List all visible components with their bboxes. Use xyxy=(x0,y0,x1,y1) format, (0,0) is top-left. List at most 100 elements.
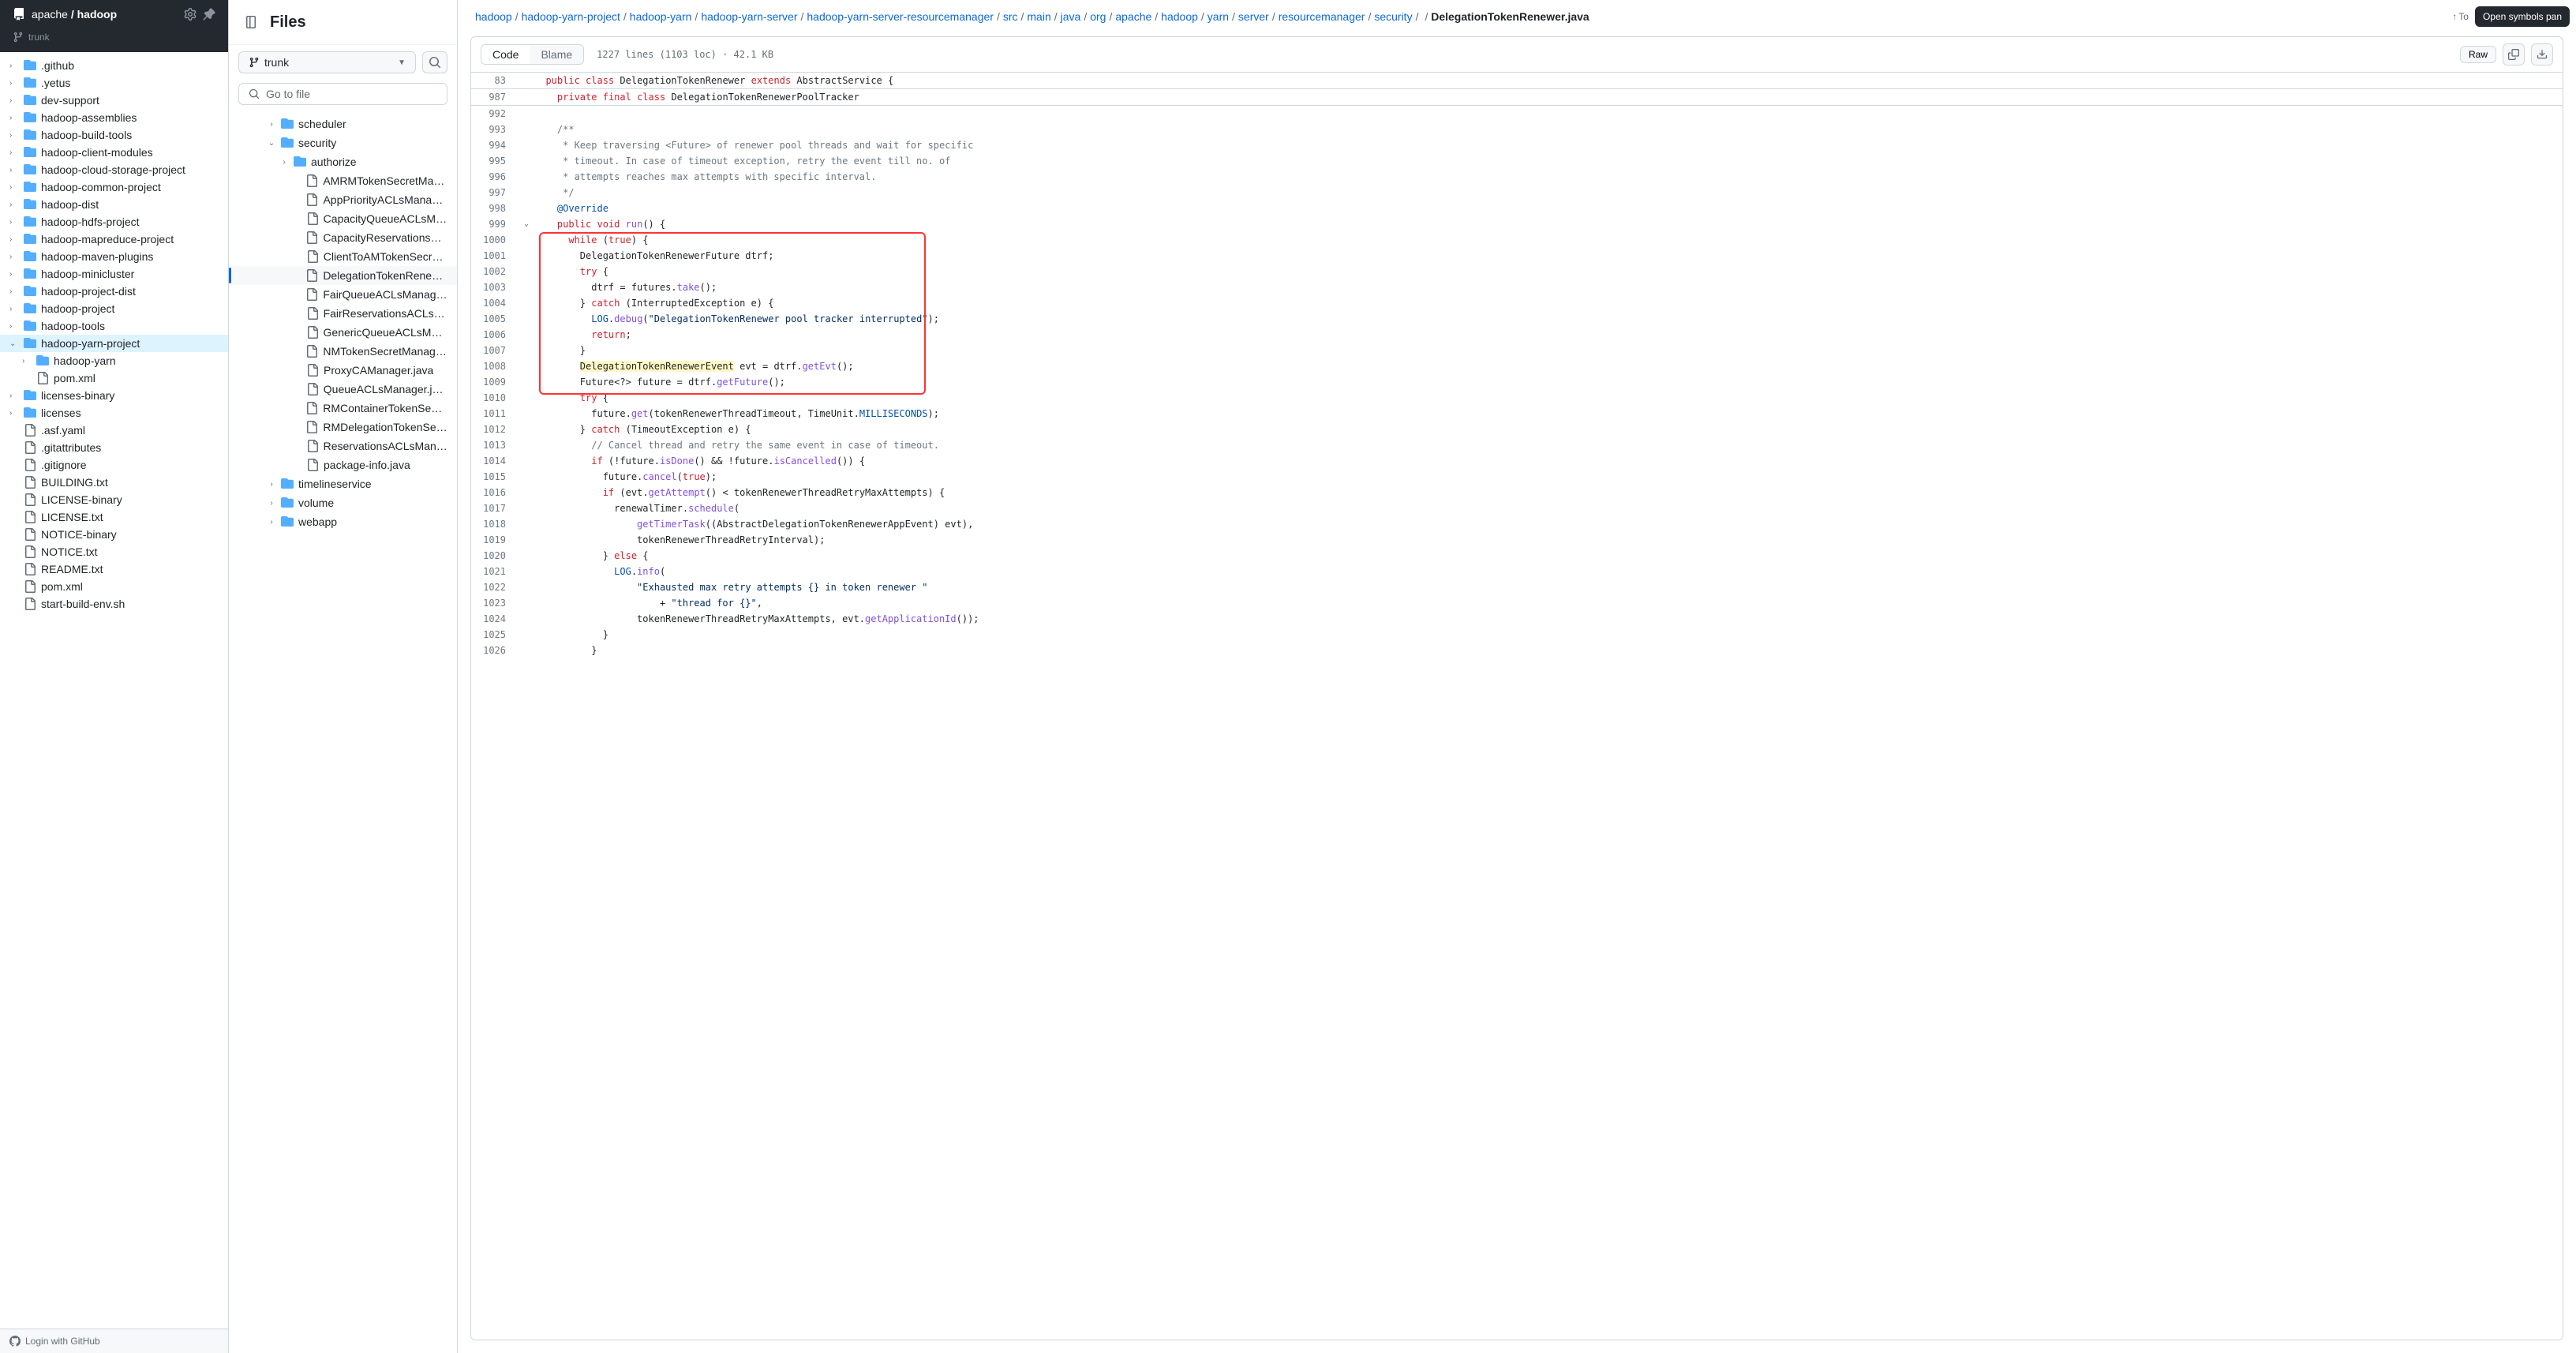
file-tree-item[interactable]: ⌄security xyxy=(229,133,457,152)
tree-item-hadoop-yarn[interactable]: ›hadoop-yarn xyxy=(0,352,228,369)
search-button[interactable] xyxy=(422,51,447,73)
code-line[interactable]: 999⌄ public void run() { xyxy=(471,216,2563,232)
tree-item-licenses-binary[interactable]: ›licenses-binary xyxy=(0,387,228,404)
code-line[interactable]: 1003 dtrf = futures.take(); xyxy=(471,279,2563,295)
gear-icon[interactable] xyxy=(184,8,197,21)
file-tree-item[interactable]: ClientToAMTokenSecret... xyxy=(229,247,457,266)
code-line[interactable]: 1006 return; xyxy=(471,327,2563,343)
tree-item-hadoop-dist[interactable]: ›hadoop-dist xyxy=(0,196,228,213)
file-tree-item[interactable]: FairReservationsACLsM... xyxy=(229,304,457,323)
code-line[interactable]: 1009 Future<?> future = dtrf.getFuture()… xyxy=(471,374,2563,390)
tree-item-hadoop-mapreduce-project[interactable]: ›hadoop-mapreduce-project xyxy=(0,230,228,248)
goto-file-input[interactable]: Go to file xyxy=(238,83,447,105)
tree-item-hadoop-minicluster[interactable]: ›hadoop-minicluster xyxy=(0,265,228,283)
tree-item-hadoop-maven-plugins[interactable]: ›hadoop-maven-plugins xyxy=(0,248,228,265)
code-line[interactable]: 1015 future.cancel(true); xyxy=(471,469,2563,485)
code-line[interactable]: 994 * Keep traversing <Future> of renewe… xyxy=(471,137,2563,153)
breadcrumb-segment[interactable]: server xyxy=(1238,8,1269,25)
code-line[interactable]: 1023 + "thread for {}", xyxy=(471,595,2563,611)
tree-item-BUILDING.txt[interactable]: BUILDING.txt xyxy=(0,474,228,491)
breadcrumb-segment[interactable]: apache xyxy=(1115,8,1151,25)
tree-item-NOTICE.txt[interactable]: NOTICE.txt xyxy=(0,543,228,560)
tree-item-hadoop-build-tools[interactable]: ›hadoop-build-tools xyxy=(0,126,228,144)
file-tree-item[interactable]: RMDelegationTokenSecr... xyxy=(229,418,457,437)
tree-item-hadoop-cloud-storage-project[interactable]: ›hadoop-cloud-storage-project xyxy=(0,161,228,178)
tree-item-licenses[interactable]: ›licenses xyxy=(0,404,228,422)
tree-item-hadoop-yarn-project[interactable]: ⌄hadoop-yarn-project xyxy=(0,335,228,352)
raw-button[interactable]: Raw xyxy=(2460,46,2496,63)
breadcrumb-segment[interactable]: hadoop xyxy=(475,8,512,25)
tree-item-pom.xml[interactable]: pom.xml xyxy=(0,369,228,387)
login-with-github[interactable]: Login with GitHub xyxy=(0,1329,228,1353)
code-line[interactable]: 1008 DelegationTokenRenewerEvent evt = d… xyxy=(471,358,2563,374)
file-tree-item[interactable]: GenericQueueACLsMan... xyxy=(229,323,457,342)
code-line[interactable]: 1001 DelegationTokenRenewerFuture dtrf; xyxy=(471,248,2563,264)
tree-item-hadoop-assemblies[interactable]: ›hadoop-assemblies xyxy=(0,109,228,126)
pin-icon[interactable] xyxy=(203,8,215,21)
tree-item-hadoop-project-dist[interactable]: ›hadoop-project-dist xyxy=(0,283,228,300)
code-line[interactable]: 1018 getTimerTask((AbstractDelegationTok… xyxy=(471,516,2563,532)
file-tree-item[interactable]: AMRMTokenSecretMana... xyxy=(229,171,457,190)
tree-item-.yetus[interactable]: ›.yetus xyxy=(0,74,228,92)
download-icon[interactable] xyxy=(2531,43,2553,66)
code-line[interactable]: 1019 tokenRenewerThreadRetryInterval); xyxy=(471,532,2563,548)
branch-indicator[interactable]: trunk xyxy=(0,28,228,52)
tree-item-.gitattributes[interactable]: .gitattributes xyxy=(0,439,228,456)
breadcrumb-segment[interactable]: resourcemanager xyxy=(1279,8,1365,25)
tree-item-LICENSE-binary[interactable]: LICENSE-binary xyxy=(0,491,228,508)
breadcrumb-segment[interactable]: java xyxy=(1061,8,1081,25)
breadcrumb-segment[interactable]: org xyxy=(1090,8,1106,25)
code-line[interactable]: 1022 "Exhausted max retry attempts {} in… xyxy=(471,579,2563,595)
code-line[interactable]: 1007 } xyxy=(471,343,2563,358)
code-line[interactable]: 1005 LOG.debug("DelegationTokenRenewer p… xyxy=(471,311,2563,327)
code-line[interactable]: 1013 // Cancel thread and retry the same… xyxy=(471,437,2563,453)
code-line[interactable]: 1024 tokenRenewerThreadRetryMaxAttempts,… xyxy=(471,611,2563,627)
tree-item-hadoop-hdfs-project[interactable]: ›hadoop-hdfs-project xyxy=(0,213,228,230)
code-line[interactable]: 1017 renewalTimer.schedule( xyxy=(471,500,2563,516)
tree-item-hadoop-project[interactable]: ›hadoop-project xyxy=(0,300,228,317)
file-tree-item[interactable]: package-info.java xyxy=(229,455,457,474)
code-line[interactable]: 1004 } catch (InterruptedException e) { xyxy=(471,295,2563,311)
code-line[interactable]: 1020 } else { xyxy=(471,548,2563,564)
tree-item-.asf.yaml[interactable]: .asf.yaml xyxy=(0,422,228,439)
breadcrumb-segment[interactable]: main xyxy=(1027,8,1050,25)
code-line[interactable]: 1026 } xyxy=(471,643,2563,658)
breadcrumb-segment[interactable]: hadoop-yarn-server xyxy=(701,8,797,25)
repo-title[interactable]: apache / hadoop xyxy=(32,8,178,21)
breadcrumb-segment[interactable]: yarn xyxy=(1208,8,1229,25)
breadcrumb-segment[interactable]: hadoop-yarn-server-resourcemanager xyxy=(807,8,994,25)
tree-item-README.txt[interactable]: README.txt xyxy=(0,560,228,578)
file-tree-item[interactable]: AppPriorityACLsManage... xyxy=(229,190,457,209)
code-line[interactable]: 1025 } xyxy=(471,627,2563,643)
file-tree-item[interactable]: ›volume xyxy=(229,493,457,512)
file-tree-item[interactable]: ›authorize xyxy=(229,152,457,171)
breadcrumb-segment[interactable]: hadoop-yarn-project xyxy=(522,8,620,25)
tree-item-.gitignore[interactable]: .gitignore xyxy=(0,456,228,474)
file-tree-item[interactable]: ›webapp xyxy=(229,512,457,531)
tab-blame[interactable]: Blame xyxy=(530,45,583,64)
code-line[interactable]: 996 * attempts reaches max attempts with… xyxy=(471,169,2563,185)
file-tree-item[interactable]: CapacityQueueACLsMa... xyxy=(229,209,457,228)
code-line[interactable]: 997 */ xyxy=(471,185,2563,201)
to-top-link[interactable]: ↑ To xyxy=(2452,11,2469,22)
sidebar-collapse-icon[interactable] xyxy=(242,13,260,32)
file-tree-item[interactable]: ›scheduler xyxy=(229,114,457,133)
branch-selector[interactable]: trunk ▼ xyxy=(238,51,416,73)
code-line[interactable]: 1000 while (true) { xyxy=(471,232,2563,248)
tree-item-hadoop-client-modules[interactable]: ›hadoop-client-modules xyxy=(0,144,228,161)
code-line[interactable]: 1011 future.get(tokenRenewerThreadTimeou… xyxy=(471,406,2563,422)
code-line[interactable]: 1016 if (evt.getAttempt() < tokenRenewer… xyxy=(471,485,2563,500)
code-line[interactable]: 993 /** xyxy=(471,122,2563,137)
code-line[interactable]: 1021 LOG.info( xyxy=(471,564,2563,579)
file-tree-item[interactable]: NMTokenSecretManager... xyxy=(229,342,457,361)
tab-code[interactable]: Code xyxy=(481,45,530,64)
code-line[interactable]: 1002 try { xyxy=(471,264,2563,279)
file-tree-item[interactable]: RMContainerTokenSecre... xyxy=(229,399,457,418)
file-tree-item[interactable]: ›timelineservice xyxy=(229,474,457,493)
code-line[interactable]: 1012 } catch (TimeoutException e) { xyxy=(471,422,2563,437)
tree-item-start-build-env.sh[interactable]: start-build-env.sh xyxy=(0,595,228,613)
file-tree-item[interactable]: FairQueueACLsManager... xyxy=(229,285,457,304)
code-line[interactable]: 998 @Override xyxy=(471,201,2563,216)
breadcrumb-segment[interactable]: hadoop-yarn xyxy=(630,8,692,25)
tree-item-hadoop-common-project[interactable]: ›hadoop-common-project xyxy=(0,178,228,196)
